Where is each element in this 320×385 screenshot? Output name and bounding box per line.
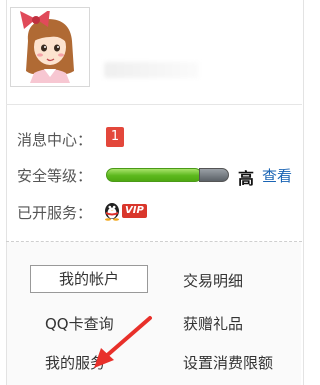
avatar[interactable] — [10, 7, 90, 87]
security-level-value: 高 — [238, 169, 255, 188]
vip-badge[interactable]: VIP — [122, 204, 147, 218]
spending-limit-link[interactable]: 设置消费限额 — [183, 352, 273, 373]
message-center-label: 消息中心： — [17, 131, 93, 149]
my-account-button[interactable]: 我的帐户 — [30, 265, 148, 293]
security-level-label: 安全等级： — [17, 167, 93, 185]
my-services-link[interactable]: 我的服务 — [45, 352, 105, 373]
divider — [6, 104, 302, 105]
username-blurred — [104, 62, 199, 78]
transactions-link[interactable]: 交易明细 — [183, 270, 243, 291]
cartoon-girl-avatar-icon — [14, 11, 86, 83]
qq-card-query-link[interactable]: QQ卡查询 — [45, 313, 114, 334]
security-progress-remainder — [199, 168, 229, 182]
qq-penguin-icon[interactable] — [101, 199, 123, 221]
message-count-badge[interactable]: 1 — [106, 127, 124, 147]
view-security-link[interactable]: 查看 — [262, 165, 292, 186]
gifts-link[interactable]: 获赠礼品 — [183, 313, 243, 334]
services-label: 已开服务： — [17, 204, 93, 222]
security-progress-bar — [106, 168, 202, 182]
